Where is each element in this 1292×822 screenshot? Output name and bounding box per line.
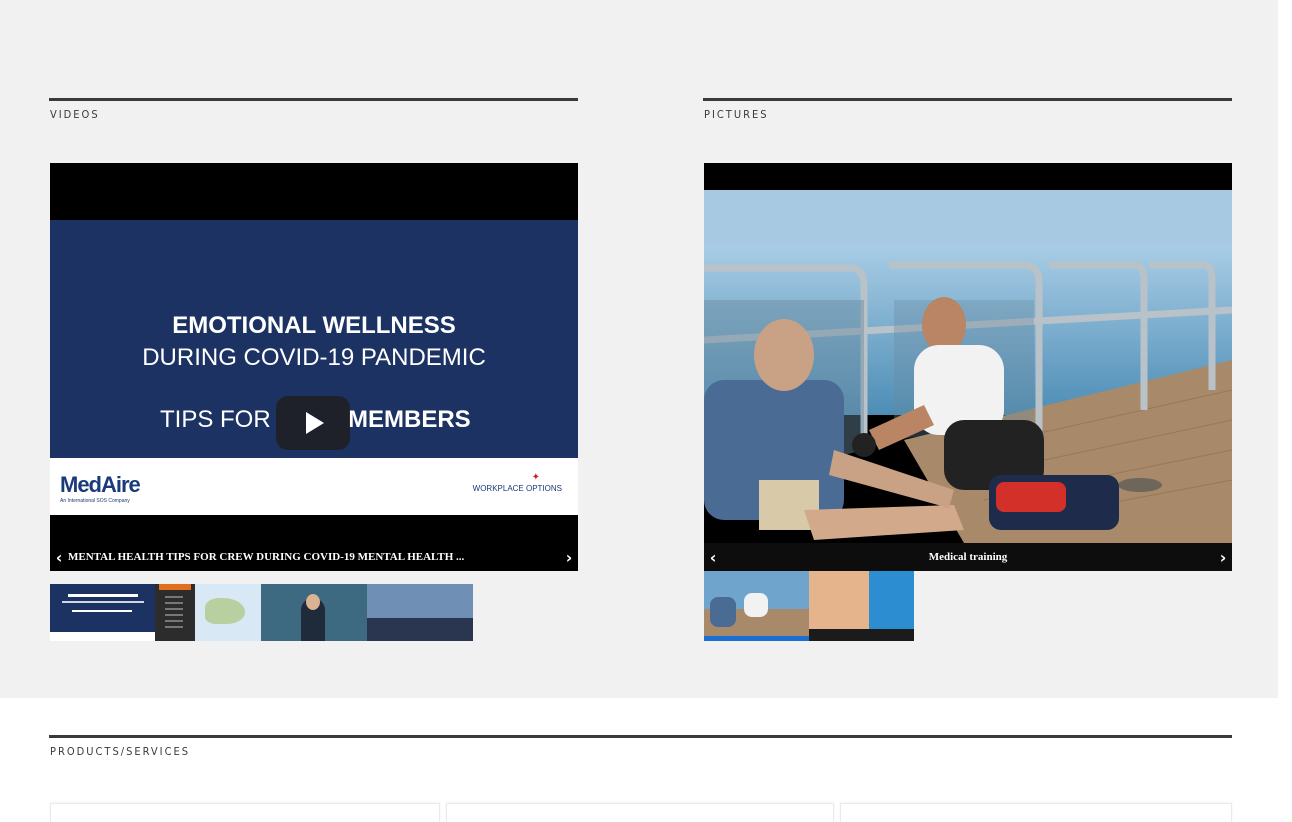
product-card[interactable] <box>446 803 834 822</box>
video-thumbnail[interactable] <box>195 584 261 641</box>
pictures-heading: PICTURES <box>704 108 769 121</box>
picture-caption-bar: ‹ Medical training › <box>704 543 1232 571</box>
medical-training-photo <box>704 190 1232 543</box>
thumb-slide-lines-icon <box>62 601 144 603</box>
video-prev-arrow-icon[interactable]: ‹ <box>50 548 68 567</box>
thumb-menu-bar <box>159 584 191 590</box>
slide-subtitle: DURING COVID-19 PANDEMIC <box>142 344 486 371</box>
thumb-medic <box>744 593 768 617</box>
thumb-slide-lines-icon <box>68 594 138 597</box>
thumb-footer-band <box>50 632 155 641</box>
picture-thumbnail-active[interactable] <box>704 571 809 641</box>
medaire-logo: MedAire <box>60 472 141 497</box>
thumb-office-people <box>367 618 473 641</box>
thumb-menu-lines-icon <box>165 596 183 632</box>
product-card[interactable] <box>840 803 1232 822</box>
thumb-seated-man <box>710 597 736 627</box>
product-card[interactable] <box>50 803 440 822</box>
video-thumbnail[interactable] <box>50 584 155 641</box>
video-caption-bar: ‹ MENTAL HEALTH TIPS FOR CREW DURING COV… <box>50 543 578 571</box>
video-thumbnail[interactable] <box>155 584 195 641</box>
videos-heading: VIDEOS <box>50 108 100 121</box>
pictures-rule <box>703 98 1232 101</box>
picture-thumbnail[interactable] <box>809 571 914 641</box>
thumb-presenter-face <box>306 594 320 610</box>
slide-tips-text: TIPS FOR <box>160 406 271 433</box>
page-edge <box>1278 0 1292 822</box>
picture-thumbnail-strip <box>704 571 914 641</box>
video-thumbnail[interactable] <box>261 584 367 641</box>
picture-caption: Medical training <box>928 551 1008 563</box>
slide-members-text: MEMBERS <box>348 406 471 433</box>
video-next-arrow-icon[interactable]: › <box>560 548 578 567</box>
partner-logo: WORKPLACE OPTIONS <box>472 484 562 493</box>
products-rule <box>49 735 1232 738</box>
video-thumbnail-strip <box>50 584 473 641</box>
partner-star-icon: ✦ <box>531 472 540 483</box>
video-logo-band: MedAire An International SOS Company ✦ W… <box>50 458 578 515</box>
play-button[interactable] <box>276 396 350 450</box>
picture-next-arrow-icon[interactable]: › <box>1214 548 1232 567</box>
video-thumbnail[interactable] <box>367 584 473 641</box>
picture-prev-arrow-icon[interactable]: ‹ <box>704 548 722 567</box>
slide-title: EMOTIONAL WELLNESS <box>172 312 456 339</box>
video-slide: EMOTIONAL WELLNESS DURING COVID-19 PANDE… <box>50 220 578 458</box>
videos-rule <box>49 98 578 101</box>
video-player[interactable]: EMOTIONAL WELLNESS DURING COVID-19 PANDE… <box>50 163 578 571</box>
medaire-tagline: An International SOS Company <box>60 498 130 504</box>
thumb-banner <box>869 571 914 629</box>
products-heading: PRODUCTS/SERVICES <box>50 745 191 758</box>
medical-training-image <box>704 190 1232 543</box>
thumb-slide-lines-icon <box>72 610 132 612</box>
picture-viewer[interactable]: ‹ Medical training › <box>704 163 1232 571</box>
thumb-map-land <box>205 598 245 624</box>
video-caption: MENTAL HEALTH TIPS FOR CREW DURING COVID… <box>68 551 465 563</box>
thumb-bottom-band <box>809 629 914 641</box>
